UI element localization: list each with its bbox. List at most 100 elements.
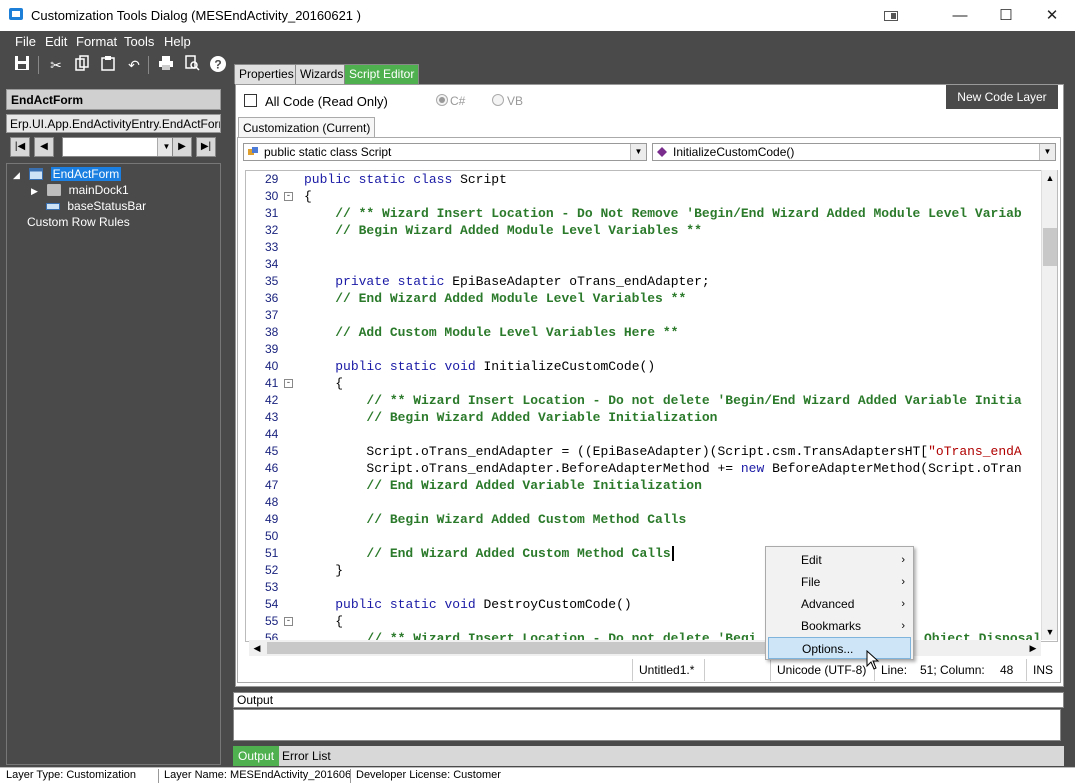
- code-line: 42 // ** Wizard Insert Location - Do not…: [246, 392, 1046, 409]
- line-number: 36: [265, 291, 279, 305]
- save-icon[interactable]: [12, 55, 32, 75]
- code-line: 51 // End Wizard Added Custom Method Cal…: [246, 545, 1046, 562]
- nav-combo[interactable]: ▼: [62, 137, 176, 157]
- code-line: 55- {: [246, 613, 1046, 630]
- fold-toggle-icon[interactable]: -: [284, 379, 293, 388]
- code-text: public static class Script: [304, 172, 507, 187]
- nav-first-icon[interactable]: |◀: [10, 137, 30, 157]
- nav-next-icon[interactable]: ▶: [172, 137, 192, 157]
- code-text: public static void DestroyCustomCode(): [335, 597, 632, 612]
- context-menu-label: Options...: [802, 642, 854, 656]
- restore-down-icon[interactable]: [868, 0, 914, 31]
- code-text: public static void InitializeCustomCode(…: [335, 359, 656, 374]
- tree-item-maindock1[interactable]: ▶ mainDock1: [31, 183, 129, 197]
- code-text: // Begin Wizard Added Module Level Varia…: [304, 223, 702, 238]
- code-line: 54 public static void DestroyCustomCode(…: [246, 596, 1046, 613]
- context-menu-edit[interactable]: Edit ›: [768, 549, 911, 571]
- status-line-label: Line:: [874, 659, 914, 681]
- maximize-button[interactable]: ☐: [983, 0, 1029, 31]
- radio-vb[interactable]: [492, 94, 504, 106]
- horizontal-scrollbar[interactable]: ◀ ▶: [249, 640, 1041, 656]
- statusbar-icon: [46, 203, 60, 210]
- text-caret: [671, 546, 674, 561]
- scroll-thumb[interactable]: [1043, 228, 1057, 266]
- new-code-layer-button[interactable]: New Code Layer: [946, 85, 1058, 109]
- toolbar-separator: [38, 56, 39, 74]
- copy-icon[interactable]: [72, 55, 92, 75]
- tree-item-basestatusbar[interactable]: baseStatusBar: [46, 199, 146, 213]
- fold-toggle-icon[interactable]: -: [284, 617, 293, 626]
- context-menu-label: Bookmarks: [801, 619, 862, 633]
- code-line: 40 public static void InitializeCustomCo…: [246, 358, 1046, 375]
- line-number: 39: [265, 342, 279, 356]
- line-number: 52: [265, 563, 279, 577]
- context-menu-options[interactable]: Options...: [768, 637, 911, 659]
- nav-prev-icon[interactable]: ◀: [34, 137, 54, 157]
- help-icon[interactable]: ?: [208, 55, 228, 75]
- output-box[interactable]: [233, 709, 1061, 741]
- expand-toggle-icon[interactable]: ◢: [13, 170, 20, 180]
- undo-icon[interactable]: ↶: [124, 55, 144, 75]
- scroll-down-icon[interactable]: ▼: [1042, 624, 1058, 640]
- print-icon[interactable]: [156, 55, 176, 75]
- tab-customization-current[interactable]: Customization (Current): [238, 117, 376, 137]
- tab-wizards[interactable]: Wizards: [295, 64, 349, 84]
- minimize-button[interactable]: —: [937, 0, 983, 31]
- context-menu-bookmarks[interactable]: Bookmarks ›: [768, 615, 911, 637]
- menu-edit[interactable]: Edit: [45, 34, 67, 49]
- menu-format[interactable]: Format: [76, 34, 117, 49]
- chevron-down-icon[interactable]: ▼: [630, 144, 646, 160]
- code-text: // Add Custom Module Level Variables Her…: [304, 325, 679, 340]
- vertical-scrollbar[interactable]: ▲ ▼: [1041, 170, 1057, 640]
- radio-csharp[interactable]: [436, 94, 448, 106]
- menu-file[interactable]: File: [15, 34, 36, 49]
- tab-output[interactable]: Output: [233, 746, 280, 766]
- cut-icon[interactable]: ✂: [46, 55, 66, 75]
- code-line: 50: [246, 528, 1046, 545]
- method-dropdown[interactable]: InitializeCustomCode() ▼: [652, 143, 1056, 161]
- collapse-toggle-icon[interactable]: ▶: [31, 186, 38, 196]
- context-menu-file[interactable]: File ›: [768, 571, 911, 593]
- tree-item-custom-row-rules[interactable]: Custom Row Rules: [27, 215, 130, 229]
- context-menu-advanced[interactable]: Advanced ›: [768, 593, 911, 615]
- code-text: // Begin Wizard Added Custom Method Call…: [304, 512, 687, 527]
- scroll-up-icon[interactable]: ▲: [1042, 170, 1058, 186]
- toolbar-separator: [148, 56, 149, 74]
- class-dropdown[interactable]: public static class Script ▼: [243, 143, 647, 161]
- line-number: 46: [265, 461, 279, 475]
- close-button[interactable]: ✕: [1029, 0, 1075, 31]
- chevron-down-icon[interactable]: ▼: [1039, 144, 1055, 160]
- print-preview-icon[interactable]: [182, 55, 202, 75]
- code-text: Script.oTrans_endAdapter.BeforeAdapterMe…: [304, 461, 1022, 476]
- tab-script-editor[interactable]: Script Editor: [344, 64, 420, 84]
- line-number: 54: [265, 597, 279, 611]
- all-code-checkbox[interactable]: [244, 94, 257, 107]
- scroll-right-icon[interactable]: ▶: [1025, 640, 1041, 656]
- context-menu-label: Advanced: [801, 597, 855, 611]
- nav-last-icon[interactable]: ▶|: [196, 137, 216, 157]
- tab-error-list[interactable]: Error List: [277, 746, 336, 766]
- radio-csharp-label: C#: [450, 94, 466, 108]
- code-line: 29 public static class Script: [246, 171, 1046, 188]
- code-text: // Begin Wizard Added Variable Initializ…: [304, 410, 718, 425]
- code-line: 49 // Begin Wizard Added Custom Method C…: [246, 511, 1046, 528]
- line-number: 29: [265, 172, 279, 186]
- scroll-left-icon[interactable]: ◀: [249, 640, 265, 656]
- paste-icon[interactable]: [98, 55, 118, 75]
- code-editor[interactable]: 29 public static class Script 30-{31 // **…: [245, 170, 1058, 642]
- status-license: Developer License: Customer: [356, 769, 501, 781]
- line-number: 38: [265, 325, 279, 339]
- menu-help[interactable]: Help: [164, 34, 191, 49]
- line-number: 43: [265, 410, 279, 424]
- code-line: 32 // Begin Wizard Added Module Level Va…: [246, 222, 1046, 239]
- tree-item-endactform[interactable]: ◢ EndActForm: [13, 167, 122, 181]
- fold-toggle-icon[interactable]: -: [284, 192, 293, 201]
- line-number: 33: [265, 240, 279, 254]
- toolbar: ✂ ↶ ?: [0, 53, 235, 77]
- radio-vb-label: VB: [507, 94, 524, 108]
- scroll-thumb-h[interactable]: [267, 642, 767, 654]
- submenu-arrow-icon: ›: [901, 554, 905, 566]
- tab-properties[interactable]: Properties: [234, 64, 299, 84]
- record-navigator: |◀ ◀ ▼ ▶ ▶|: [6, 137, 221, 157]
- menu-tools[interactable]: Tools: [124, 34, 154, 49]
